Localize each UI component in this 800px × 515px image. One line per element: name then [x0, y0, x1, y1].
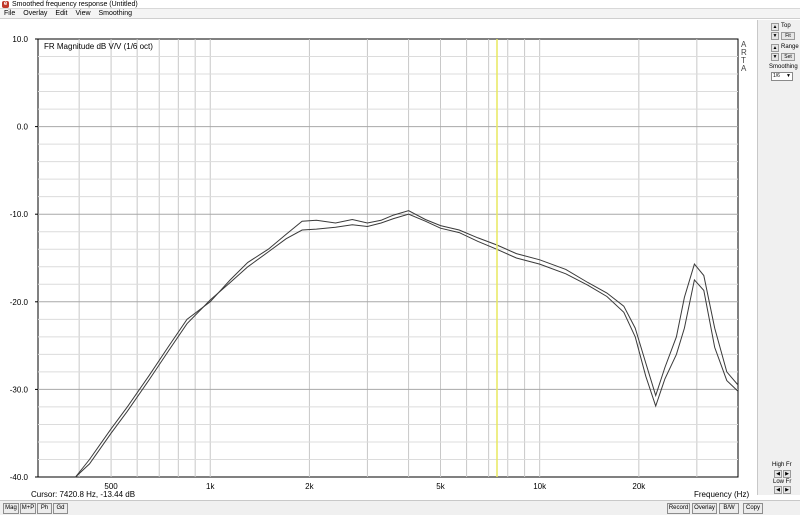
chevron-down-icon: ▼	[786, 73, 791, 79]
menu-view[interactable]: View	[71, 9, 94, 19]
high-fr-left-arrow-icon[interactable]: ◀	[774, 470, 782, 478]
menu-bar: File Overlay Edit View Smoothing	[0, 9, 800, 19]
range-up-arrow-icon[interactable]: ▲	[771, 44, 779, 52]
menu-edit[interactable]: Edit	[51, 9, 71, 19]
record-button[interactable]: Record	[667, 503, 690, 514]
range-down-arrow-icon[interactable]: ▼	[771, 53, 779, 61]
low-fr-right-arrow-icon[interactable]: ▶	[783, 486, 791, 494]
top-down-arrow-icon[interactable]: ▼	[771, 32, 779, 40]
menu-overlay[interactable]: Overlay	[19, 9, 51, 19]
mag-button[interactable]: Mag	[3, 503, 19, 514]
bottom-toolbar: Mag M+P Ph Gd Record Overlay B/W Copy	[0, 500, 800, 515]
y-tick-label: -20.0	[10, 298, 29, 307]
low-fr-left-arrow-icon[interactable]: ◀	[774, 486, 782, 494]
x-tick-label: 10k	[533, 482, 547, 491]
smoothing-value: 1/6	[773, 73, 780, 79]
copy-button[interactable]: Copy	[743, 503, 763, 514]
app-icon: e	[2, 0, 9, 8]
window-title: Smoothed frequency response (Untitled)	[12, 0, 138, 8]
x-tick-label: 5k	[436, 482, 445, 491]
plot-frame	[37, 38, 739, 478]
high-fr-right-arrow-icon[interactable]: ▶	[783, 470, 791, 478]
menu-file[interactable]: File	[0, 9, 19, 19]
y-tick-label: 0.0	[17, 123, 29, 132]
y-tick-label: -10.0	[10, 210, 29, 219]
bw-button[interactable]: B/W	[719, 503, 739, 514]
watermark-letter: A	[741, 64, 747, 73]
phase-button[interactable]: Ph	[37, 503, 52, 514]
smoothing-select[interactable]: 1/6 ▼	[771, 72, 793, 81]
y-tick-label: -40.0	[10, 473, 29, 482]
set-button[interactable]: Set	[781, 53, 795, 61]
range-label: Range	[781, 44, 799, 50]
frequency-response-chart[interactable]: 10.00.0-10.0-20.0-30.0-40.0500 1k 2k 5k 10k 2…	[0, 20, 757, 500]
menu-smoothing[interactable]: Smoothing	[95, 9, 136, 19]
x-tick-label: 2k	[305, 482, 314, 491]
top-up-arrow-icon[interactable]: ▲	[771, 23, 779, 31]
x-tick-label: 1k	[206, 482, 215, 491]
x-axis-label: Frequency (Hz)	[694, 490, 750, 499]
y-tick-label: 10.0	[12, 35, 28, 44]
x-tick-label: 20k	[632, 482, 646, 491]
chart-title: FR Magnitude dB V/V (1/6 oct)	[44, 42, 153, 51]
low-fr-label: Low Fr	[773, 479, 792, 485]
smoothing-label: Smoothing	[769, 64, 798, 70]
y-tick-label: -30.0	[10, 385, 29, 394]
fit-button[interactable]: Fit	[781, 32, 795, 40]
overlay-button[interactable]: Overlay	[692, 503, 717, 514]
mag-phase-button[interactable]: M+P	[20, 503, 36, 514]
cursor-readout: Cursor: 7420.8 Hz, -13.44 dB	[31, 490, 136, 499]
group-delay-button[interactable]: Gd	[53, 503, 68, 514]
high-fr-label: High Fr	[772, 462, 792, 468]
right-control-panel: ▲ Top ▼ Fit ▲ Range ▼ Set Smoothing 1/6 …	[757, 20, 800, 495]
top-label: Top	[781, 23, 791, 29]
